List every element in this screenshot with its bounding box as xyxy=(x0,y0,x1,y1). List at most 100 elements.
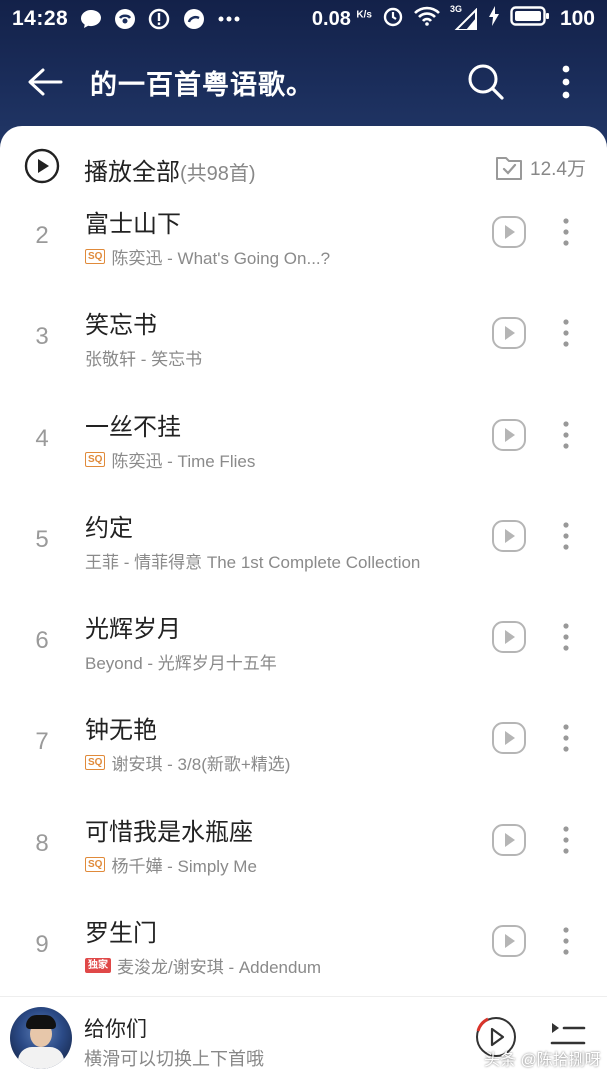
more-vertical-icon xyxy=(563,927,569,955)
chat-bubble-icon xyxy=(80,9,102,29)
album-cover[interactable] xyxy=(10,1007,72,1069)
song-number: 7 xyxy=(35,728,49,756)
play-video-icon[interactable] xyxy=(491,518,527,554)
status-bar: 14:28 0.08 K/s 3G 100 xyxy=(0,0,607,38)
more-vertical-icon xyxy=(563,724,569,753)
play-all-label[interactable]: 播放全部(共98首) xyxy=(84,152,256,187)
song-number: 4 xyxy=(35,424,49,452)
playlist-queue-button[interactable] xyxy=(550,1019,586,1049)
alarm-icon xyxy=(382,5,404,33)
more-vertical-icon xyxy=(562,65,570,99)
more-dots-icon xyxy=(218,16,240,22)
song-title: 一丝不挂 xyxy=(85,413,181,441)
artist-album: Beyond - 光辉岁月十五年 xyxy=(85,654,277,674)
song-title: 富士山下 xyxy=(85,211,181,238)
search-icon xyxy=(468,64,504,100)
play-circle-icon[interactable] xyxy=(24,148,60,184)
collect-count: 12.4万 xyxy=(530,158,586,180)
now-playing-hint: 横滑可以切换上下首哦 xyxy=(84,1049,264,1069)
app-bar: 的一百首粤语歌。 xyxy=(0,48,607,116)
song-row[interactable]: 8 可惜我是水瓶座 SQ 杨千嬅 - Simply Me xyxy=(0,800,607,901)
exclusive-badge: 独家 xyxy=(85,958,111,974)
song-number: 6 xyxy=(35,627,49,655)
search-button[interactable] xyxy=(462,58,510,106)
song-number: 2 xyxy=(35,222,49,249)
alert-icon xyxy=(148,8,170,30)
song-subtitle: SQ 杨千嬅 - Simply Me xyxy=(85,852,257,877)
artist-album: 陈奕迅 - Time Flies xyxy=(111,451,256,471)
song-more-button[interactable] xyxy=(554,415,578,455)
more-options-button[interactable] xyxy=(546,58,586,106)
artist-album: 陈奕迅 - What's Going On...? xyxy=(111,249,331,268)
song-list-panel: 播放全部(共98首) 12.4万 2 富士山下 SQ 陈奕迅 - What's G… xyxy=(0,126,607,1080)
song-title: 罗生门 xyxy=(85,920,157,948)
play-video-icon[interactable] xyxy=(491,417,527,453)
song-title: 光辉岁月 xyxy=(85,616,181,644)
sq-badge: SQ xyxy=(85,856,106,872)
play-video-icon[interactable] xyxy=(491,619,527,655)
song-row[interactable]: 5 约定 王菲 - 情菲得意 The 1st Complete Collecti… xyxy=(0,496,607,597)
sq-badge: SQ xyxy=(85,249,106,264)
play-video-icon[interactable] xyxy=(491,214,527,250)
song-title: 笑忘书 xyxy=(85,312,157,340)
artist-album: 杨千嬅 - Simply Me xyxy=(111,856,257,876)
sq-badge: SQ xyxy=(85,451,106,467)
song-count: (共98首) xyxy=(180,163,256,185)
song-list: 2 富士山下 SQ 陈奕迅 - What's Going On...? 3 笑忘书… xyxy=(0,192,607,1002)
play-video-icon[interactable] xyxy=(491,315,527,351)
play-video-icon[interactable] xyxy=(491,720,527,756)
play-video-icon[interactable] xyxy=(491,923,527,959)
collect-button[interactable]: 12.4万 xyxy=(494,152,586,182)
artist-album: 张敬轩 - 笑忘书 xyxy=(85,350,203,370)
song-subtitle: 张敬轩 - 笑忘书 xyxy=(85,345,202,370)
back-arrow-icon xyxy=(28,68,63,96)
song-more-button[interactable] xyxy=(554,313,578,353)
artist-album: 王菲 - 情菲得意 The 1st Complete Collection xyxy=(85,552,421,572)
song-subtitle: SQ 陈奕迅 - What's Going On...? xyxy=(85,244,330,269)
play-video-icon[interactable] xyxy=(491,822,527,858)
song-subtitle: Beyond - 光辉岁月十五年 xyxy=(85,649,277,674)
sq-badge: SQ xyxy=(85,755,106,771)
song-number: 8 xyxy=(35,829,49,857)
back-button[interactable] xyxy=(0,48,90,116)
artist-album: 麦浚龙/谢安琪 - Addendum xyxy=(117,958,322,978)
song-row[interactable]: 7 钟无艳 SQ 谢安琪 - 3/8(新歌+精选) xyxy=(0,698,607,799)
song-title: 约定 xyxy=(85,514,133,542)
charging-icon xyxy=(488,5,500,33)
more-vertical-icon xyxy=(563,319,569,347)
song-title: 钟无艳 xyxy=(85,717,157,745)
song-more-button[interactable] xyxy=(554,921,578,961)
net-speed: 0.08 K/s xyxy=(311,7,372,30)
song-row[interactable]: 2 富士山下 SQ 陈奕迅 - What's Going On...? xyxy=(0,192,607,293)
more-vertical-icon xyxy=(563,420,569,449)
song-more-button[interactable] xyxy=(554,516,578,556)
song-row[interactable]: 9 罗生门 独家 麦浚龙/谢安琪 - Addendum xyxy=(0,901,607,1002)
play-all-row[interactable]: 播放全部(共98首) 12.4万 xyxy=(0,142,607,192)
song-number: 3 xyxy=(35,323,49,351)
app-icon xyxy=(114,8,136,30)
song-row[interactable]: 6 光辉岁月 Beyond - 光辉岁月十五年 xyxy=(0,597,607,698)
artist-album: 谢安琪 - 3/8(新歌+精选) xyxy=(111,755,291,775)
more-vertical-icon xyxy=(563,826,569,854)
page-title: 的一百首粤语歌。 xyxy=(90,69,314,100)
weibo-icon xyxy=(182,8,206,30)
song-more-button[interactable] xyxy=(554,820,578,860)
song-more-button[interactable] xyxy=(554,718,578,758)
song-row[interactable]: 4 一丝不挂 SQ 陈奕迅 - Time Flies xyxy=(0,395,607,496)
folder-check-icon xyxy=(496,157,522,180)
watermark: 头条 @陈拾捌呀 xyxy=(484,1052,601,1069)
battery-icon xyxy=(510,5,550,33)
song-number: 9 xyxy=(35,931,49,959)
more-vertical-icon xyxy=(563,522,569,550)
song-subtitle: SQ 陈奕迅 - Time Flies xyxy=(85,447,255,472)
status-time: 14:28 xyxy=(12,7,69,30)
song-more-button[interactable] xyxy=(554,617,578,657)
signal-icon: 3G xyxy=(450,4,478,30)
song-row[interactable]: 3 笑忘书 张敬轩 - 笑忘书 xyxy=(0,293,607,394)
song-number: 5 xyxy=(35,525,49,553)
song-more-button[interactable] xyxy=(554,212,578,252)
song-subtitle: 独家 麦浚龙/谢安琪 - Addendum xyxy=(85,953,321,978)
song-title: 可惜我是水瓶座 xyxy=(85,818,253,846)
now-playing-title: 给你们 xyxy=(84,1018,147,1041)
more-vertical-icon xyxy=(563,623,569,651)
